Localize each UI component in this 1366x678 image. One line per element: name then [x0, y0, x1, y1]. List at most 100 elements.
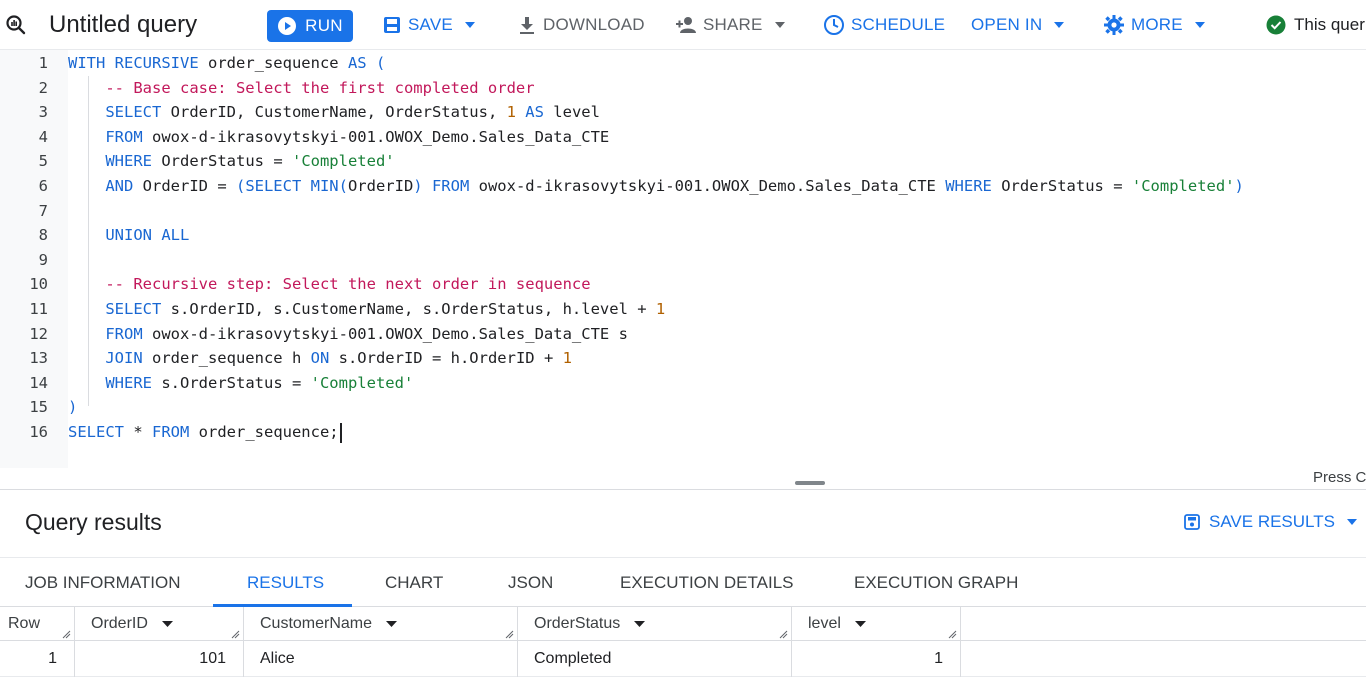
resize-handle-icon[interactable] — [947, 629, 957, 639]
chevron-down-icon — [464, 22, 475, 28]
tab-job-information[interactable]: JOB INFORMATION — [25, 558, 181, 608]
code-token: s.OrderID, s.CustomerName, s.OrderStatus… — [161, 300, 656, 318]
code-text: SELECT OrderID, CustomerName, OrderStatu… — [68, 100, 600, 124]
query-toolbar: Untitled query RUN SAVE DOWNLOAD SHARE S… — [0, 0, 1366, 50]
code-token: FROM — [105, 127, 143, 146]
code-token: SELECT — [105, 103, 162, 122]
more-button[interactable]: MORE — [1103, 0, 1211, 50]
results-table-header: Row OrderID CustomerName OrderStatus lev… — [0, 607, 1366, 641]
table-row[interactable]: 1 101 Alice Completed 1 — [0, 641, 1366, 677]
column-header-row: Row — [0, 607, 75, 641]
line-number: 2 — [38, 78, 48, 97]
query-title[interactable]: Untitled query — [49, 0, 197, 50]
clock-icon — [824, 15, 844, 35]
save-results-label: SAVE RESULTS — [1209, 512, 1335, 531]
column-header-orderstatus[interactable]: OrderStatus — [518, 607, 792, 641]
cell-orderid[interactable]: 101 — [75, 641, 244, 677]
tab-json[interactable]: JSON — [508, 558, 553, 608]
open-in-button[interactable]: OPEN IN — [971, 0, 1070, 50]
resize-handle-icon[interactable] — [778, 629, 788, 639]
sort-arrow-icon[interactable] — [161, 621, 173, 627]
code-text: WHERE OrderStatus = 'Completed' — [68, 149, 395, 173]
save-button[interactable]: SAVE — [382, 0, 481, 50]
code-text: -- Recursive step: Select the next order… — [68, 272, 591, 296]
tab-chart[interactable]: CHART — [385, 558, 443, 608]
column-header-label: OrderID — [91, 615, 148, 632]
resize-handle-icon[interactable] — [230, 629, 240, 639]
panel-splitter[interactable]: Press C — [0, 468, 1366, 490]
cell-orderstatus[interactable]: Completed — [518, 641, 792, 677]
code-token: (SELECT MIN( — [235, 177, 348, 195]
code-token: OrderID, CustomerName, OrderStatus, — [161, 103, 507, 122]
code-text: JOIN order_sequence h ON s.OrderID = h.O… — [68, 346, 572, 370]
resize-handle-icon[interactable] — [504, 629, 514, 639]
column-header-level[interactable]: level — [792, 607, 961, 641]
line-number: 14 — [29, 373, 48, 392]
status-text: This quer — [1294, 15, 1365, 34]
cell-customername[interactable]: Alice — [244, 641, 518, 677]
code-token: AS ( — [347, 54, 386, 72]
chevron-down-icon — [1346, 519, 1357, 525]
line-number: 12 — [29, 324, 48, 343]
code-token: -- Recursive step: Select the next order… — [105, 275, 591, 294]
share-button[interactable]: SHARE — [675, 0, 791, 50]
code-token: level — [543, 103, 600, 122]
tab-results[interactable]: RESULTS — [247, 558, 324, 608]
code-token: order_sequence; — [189, 423, 339, 441]
code-token: SELECT — [105, 300, 162, 318]
more-label: MORE — [1131, 15, 1183, 34]
save-label: SAVE — [408, 15, 453, 34]
sort-arrow-icon[interactable] — [854, 621, 866, 627]
sort-arrow-icon[interactable] — [634, 621, 646, 627]
column-header-customername[interactable]: CustomerName — [244, 607, 518, 641]
sort-arrow-icon[interactable] — [386, 621, 398, 627]
line-number: 6 — [38, 177, 48, 195]
code-token: 'Completed' — [291, 152, 395, 171]
cell-level[interactable]: 1 — [792, 641, 961, 677]
code-text: ) — [68, 395, 77, 419]
code-token: s.OrderID = h.OrderID + — [329, 349, 563, 368]
line-number: 9 — [38, 250, 48, 269]
code-token: s.OrderStatus = — [152, 373, 311, 392]
code-token: OrderStatus = — [152, 152, 292, 171]
column-header-label: level — [808, 615, 841, 632]
code-token: WHERE — [105, 152, 152, 171]
code-text: UNION ALL — [68, 223, 189, 247]
sql-editor[interactable]: 1 WITH RECURSIVE order_sequence AS (2 -- … — [0, 50, 1366, 468]
line-number: 8 — [38, 226, 48, 245]
column-header-orderid[interactable]: OrderID — [75, 607, 244, 641]
download-button[interactable]: DOWNLOAD — [517, 0, 645, 50]
resize-handle-icon[interactable] — [61, 629, 71, 639]
code-text: FROM owox-d-ikrasovytskyi-001.OWOX_Demo.… — [68, 125, 609, 149]
code-token: owox-d-ikrasovytskyi-001.OWOX_Demo.Sales… — [142, 127, 610, 146]
column-header-label: Row — [8, 615, 41, 632]
play-icon — [278, 17, 297, 35]
tab-execution-graph[interactable]: EXECUTION GRAPH — [854, 558, 1018, 608]
drag-handle[interactable] — [795, 481, 825, 485]
code-token: OrderID = — [133, 177, 236, 195]
run-button[interactable]: RUN — [267, 10, 353, 42]
save-results-button[interactable]: SAVE RESULTS — [1184, 512, 1366, 532]
chevron-down-icon — [1054, 22, 1065, 28]
line-number: 10 — [29, 275, 48, 294]
code-token: owox-d-ikrasovytskyi-001.OWOX_Demo.Sales… — [142, 324, 628, 343]
check-circle-icon — [1266, 15, 1286, 35]
code-token: AS — [515, 103, 544, 122]
schedule-button[interactable]: SCHEDULE — [823, 0, 945, 50]
code-token: FROM — [105, 324, 143, 343]
chevron-down-icon — [1194, 22, 1205, 28]
column-header-label: CustomerName — [260, 615, 373, 632]
code-token: 'Completed' — [310, 373, 414, 392]
code-token: FROM — [152, 423, 190, 441]
keyboard-hint: Press C — [1313, 469, 1366, 486]
code-token: 1 — [655, 300, 666, 318]
tab-execution-details[interactable]: EXECUTION DETAILS — [620, 558, 794, 608]
